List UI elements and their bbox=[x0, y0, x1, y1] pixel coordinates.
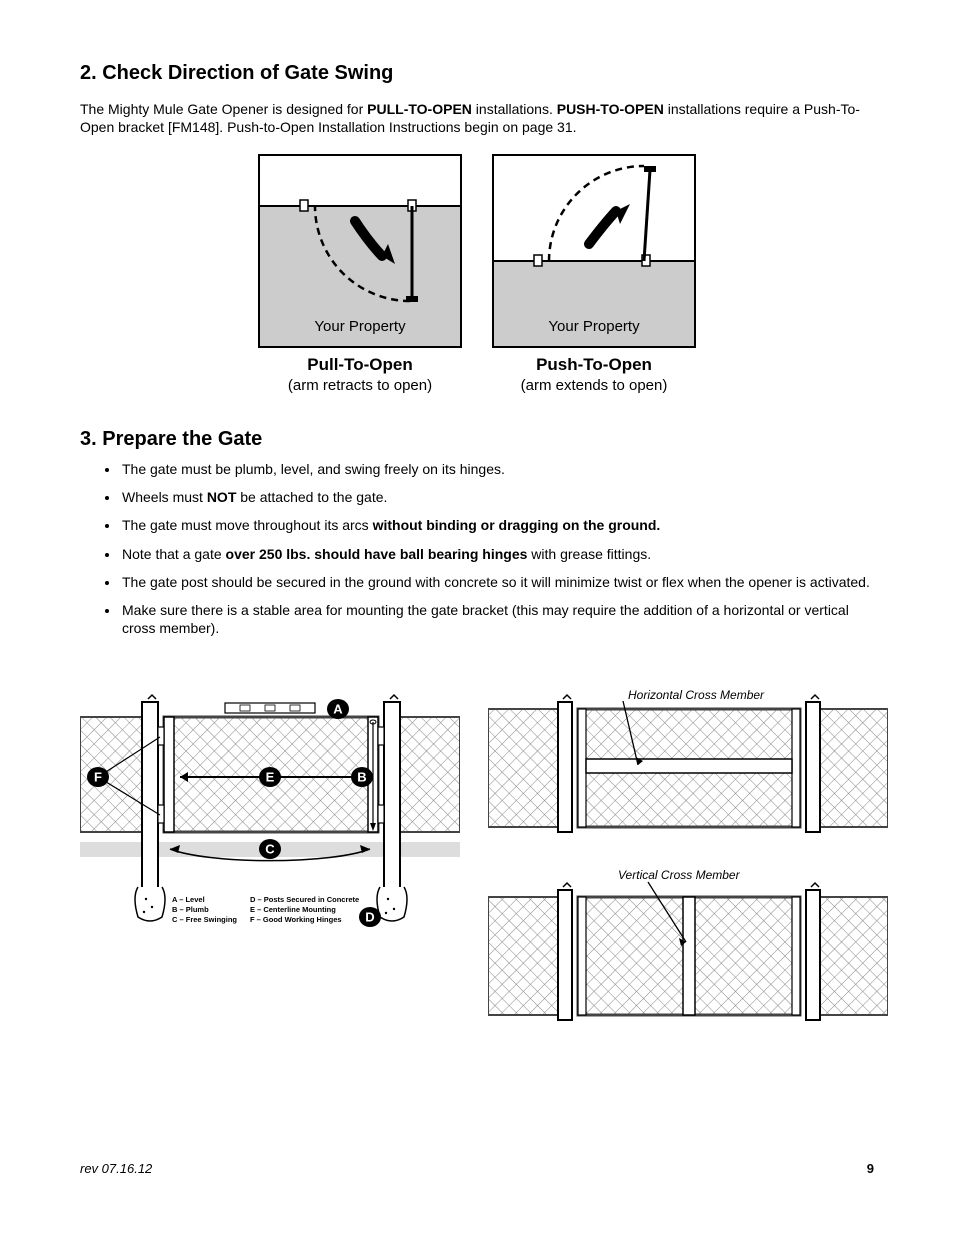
legend-a: A – Level bbox=[172, 895, 205, 904]
pull-property-label: Your Property bbox=[260, 317, 460, 337]
badge-c: C bbox=[265, 842, 275, 857]
horiz-cross-label: Horizontal Cross Member bbox=[628, 688, 765, 702]
push-diagram: Your Property bbox=[492, 154, 696, 348]
badge-d: D bbox=[365, 910, 374, 925]
left-gate-diagram: A B C D E F A – Level B – Plumb C – Free… bbox=[80, 687, 460, 951]
li-pre: The gate post should be secured in the g… bbox=[122, 574, 870, 590]
legend-e: E – Centerline Mounting bbox=[250, 905, 336, 914]
li-pre: The gate must be plumb, level, and swing… bbox=[122, 461, 505, 477]
li-post: be attached to the gate. bbox=[236, 489, 387, 505]
pull-title: Pull-To-Open bbox=[258, 354, 462, 376]
intro-b2: PUSH-TO-OPEN bbox=[557, 101, 664, 117]
badge-b: B bbox=[357, 770, 366, 785]
legend-f: F – Good Working Hinges bbox=[250, 915, 342, 924]
li-b: over 250 lbs. should have ball bearing h… bbox=[226, 546, 528, 562]
section2-title: 2. Check Direction of Gate Swing bbox=[80, 60, 874, 86]
badge-a: A bbox=[333, 702, 343, 717]
push-diagram-col: Your Property Push-To-Open (arm extends … bbox=[492, 154, 696, 396]
push-property-label: Your Property bbox=[494, 317, 694, 337]
gate-diagrams: A B C D E F A – Level B – Plumb C – Free… bbox=[80, 687, 874, 1051]
list-item: Wheels must NOT be attached to the gate. bbox=[120, 488, 874, 506]
list-item: The gate post should be secured in the g… bbox=[120, 573, 874, 591]
right-gate-diagram: Horizontal Cross Member Vertical Cross M… bbox=[488, 687, 888, 1051]
li-b: without binding or dragging on the groun… bbox=[373, 517, 661, 533]
page-footer: rev 07.16.12 9 bbox=[80, 1161, 874, 1178]
list-item: The gate must be plumb, level, and swing… bbox=[120, 460, 874, 478]
pull-sub: (arm retracts to open) bbox=[258, 376, 462, 396]
legend-d: D – Posts Secured in Concrete bbox=[250, 895, 359, 904]
intro-b1: PULL-TO-OPEN bbox=[367, 101, 472, 117]
swing-diagrams: Your Property Pull-To-Open (arm retracts… bbox=[80, 154, 874, 396]
li-pre: The gate must move throughout its arcs bbox=[122, 517, 373, 533]
badge-f: F bbox=[94, 770, 102, 785]
prepare-list: The gate must be plumb, level, and swing… bbox=[120, 460, 874, 637]
intro-mid1: installations. bbox=[472, 101, 557, 117]
list-item: Make sure there is a stable area for mou… bbox=[120, 601, 874, 637]
li-b: NOT bbox=[207, 489, 237, 505]
badge-e: E bbox=[266, 770, 275, 785]
vert-cross-label: Vertical Cross Member bbox=[618, 868, 741, 882]
push-title: Push-To-Open bbox=[492, 354, 696, 376]
li-pre: Make sure there is a stable area for mou… bbox=[122, 602, 849, 636]
intro-pre: The Mighty Mule Gate Opener is designed … bbox=[80, 101, 367, 117]
li-pre: Wheels must bbox=[122, 489, 207, 505]
push-sub: (arm extends to open) bbox=[492, 376, 696, 396]
list-item: Note that a gate over 250 lbs. should ha… bbox=[120, 545, 874, 563]
right-gate-svg: Horizontal Cross Member Vertical Cross M… bbox=[488, 687, 888, 1047]
pull-diagram-col: Your Property Pull-To-Open (arm retracts… bbox=[258, 154, 462, 396]
pull-diagram: Your Property bbox=[258, 154, 462, 348]
section3-title: 3. Prepare the Gate bbox=[80, 426, 874, 452]
li-post: with grease fittings. bbox=[527, 546, 651, 562]
footer-page: 9 bbox=[867, 1161, 874, 1178]
footer-rev: rev 07.16.12 bbox=[80, 1161, 152, 1178]
legend-c: C – Free Swinging bbox=[172, 915, 237, 924]
list-item: The gate must move throughout its arcs w… bbox=[120, 516, 874, 534]
section2-intro: The Mighty Mule Gate Opener is designed … bbox=[80, 100, 874, 136]
left-gate-svg: A B C D E F A – Level B – Plumb C – Free… bbox=[80, 687, 460, 947]
legend-b: B – Plumb bbox=[172, 905, 209, 914]
li-pre: Note that a gate bbox=[122, 546, 226, 562]
